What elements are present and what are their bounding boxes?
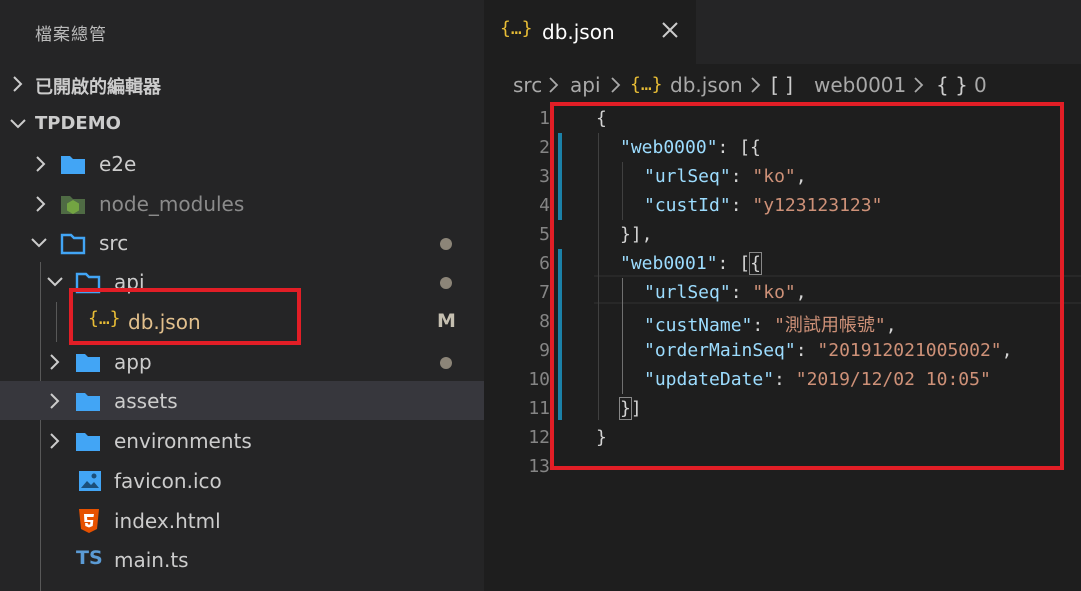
tree-item-app[interactable]: app: [0, 342, 484, 381]
open-editors-label: 已開啟的編輯器: [35, 77, 161, 98]
line-number: 3: [539, 166, 550, 187]
json-icon: {…}: [500, 18, 533, 39]
tab-bar: {…} db.json: [484, 0, 1081, 64]
folder-icon: [60, 152, 86, 176]
node-folder-icon: [60, 192, 86, 216]
folder-icon: [75, 350, 101, 374]
breadcrumb-item[interactable]: src: [513, 73, 542, 97]
highlight-box-file: [69, 288, 301, 345]
code-editor[interactable]: 1 2 3 4 5 6 7 8 9 10 11 12 13 { "web0000…: [484, 102, 1081, 591]
line-number: 7: [539, 282, 550, 303]
close-icon[interactable]: [658, 18, 682, 42]
breadcrumb-item[interactable]: db.json: [670, 73, 743, 97]
chevron-right-icon: [8, 72, 28, 96]
line-number: 9: [539, 340, 550, 361]
chevron-right-icon: [46, 430, 64, 452]
tree-item-label: src: [99, 231, 129, 255]
tree-item-label: node_modules: [99, 192, 245, 216]
breadcrumb-item[interactable]: 0: [974, 73, 987, 97]
tree-item-label: assets: [114, 389, 178, 413]
line-number: 10: [528, 369, 550, 390]
tree-item-assets[interactable]: assets: [0, 381, 484, 420]
breadcrumb-item[interactable]: web0001: [814, 73, 906, 97]
breadcrumb: src api {…} db.json [ ] web0001 { } 0: [484, 64, 1081, 104]
tree-item-src[interactable]: src: [0, 223, 484, 262]
line-number: 11: [528, 398, 550, 419]
line-number: 4: [539, 195, 550, 216]
line-number: 2: [539, 137, 550, 158]
modified-dot: [440, 277, 452, 289]
typescript-icon: TS: [76, 547, 103, 569]
project-label: TPDEMO: [35, 113, 121, 134]
tree-item-favicon[interactable]: favicon.ico: [0, 461, 484, 500]
json-icon: {…}: [630, 74, 663, 95]
git-modified-badge: M: [437, 310, 456, 332]
explorer-sidebar: 檔案總管 已開啟的編輯器 TPDEMO e2e node_modules src…: [0, 0, 484, 591]
tree-item-environments[interactable]: environments: [0, 421, 484, 460]
chevron-right-icon: [32, 153, 50, 175]
line-number: 13: [528, 456, 550, 477]
tree-item-label: favicon.ico: [114, 469, 222, 493]
highlight-box-code: [550, 102, 1064, 470]
explorer-title: 檔案總管: [35, 25, 107, 45]
line-number: 6: [539, 253, 550, 274]
chevron-right-icon: [609, 75, 623, 95]
tree-item-e2e[interactable]: e2e: [0, 144, 484, 183]
chevron-right-icon: [32, 193, 50, 215]
tree-item-label: environments: [114, 429, 252, 453]
project-section[interactable]: TPDEMO: [0, 104, 484, 144]
folder-open-icon: [60, 231, 86, 255]
line-number: 8: [539, 311, 550, 332]
line-number: 12: [528, 427, 550, 448]
chevron-down-icon: [30, 232, 48, 254]
html5-icon: [78, 509, 104, 533]
chevron-down-icon: [46, 271, 64, 293]
tree-item-index-html[interactable]: index.html: [0, 501, 484, 540]
breadcrumb-item[interactable]: api: [570, 73, 601, 97]
tree-item-label: app: [114, 350, 152, 374]
chevron-right-icon: [547, 75, 561, 95]
object-icon: { }: [936, 73, 968, 97]
line-number: 1: [539, 108, 550, 129]
chevron-right-icon: [912, 75, 926, 95]
tree-item-main-ts[interactable]: TS main.ts: [0, 540, 484, 579]
tree-item-label: e2e: [99, 152, 137, 176]
folder-icon: [75, 429, 101, 453]
chevron-right-icon: [46, 351, 64, 373]
chevron-right-icon: [46, 390, 64, 412]
line-number: 5: [539, 224, 550, 245]
modified-dot: [440, 357, 452, 369]
tree-item-label: index.html: [114, 509, 221, 533]
chevron-right-icon: [749, 75, 763, 95]
modified-dot: [440, 238, 452, 250]
open-editors-section[interactable]: 已開啟的編輯器: [0, 64, 484, 104]
tab-db-json[interactable]: {…} db.json: [484, 0, 696, 64]
array-icon: [ ]: [771, 73, 793, 97]
chevron-down-icon: [8, 112, 28, 136]
image-icon: [78, 469, 104, 493]
tree-item-label: main.ts: [114, 548, 189, 572]
folder-icon: [75, 389, 101, 413]
tab-title: db.json: [542, 20, 615, 44]
tree-item-node-modules[interactable]: node_modules: [0, 184, 484, 223]
